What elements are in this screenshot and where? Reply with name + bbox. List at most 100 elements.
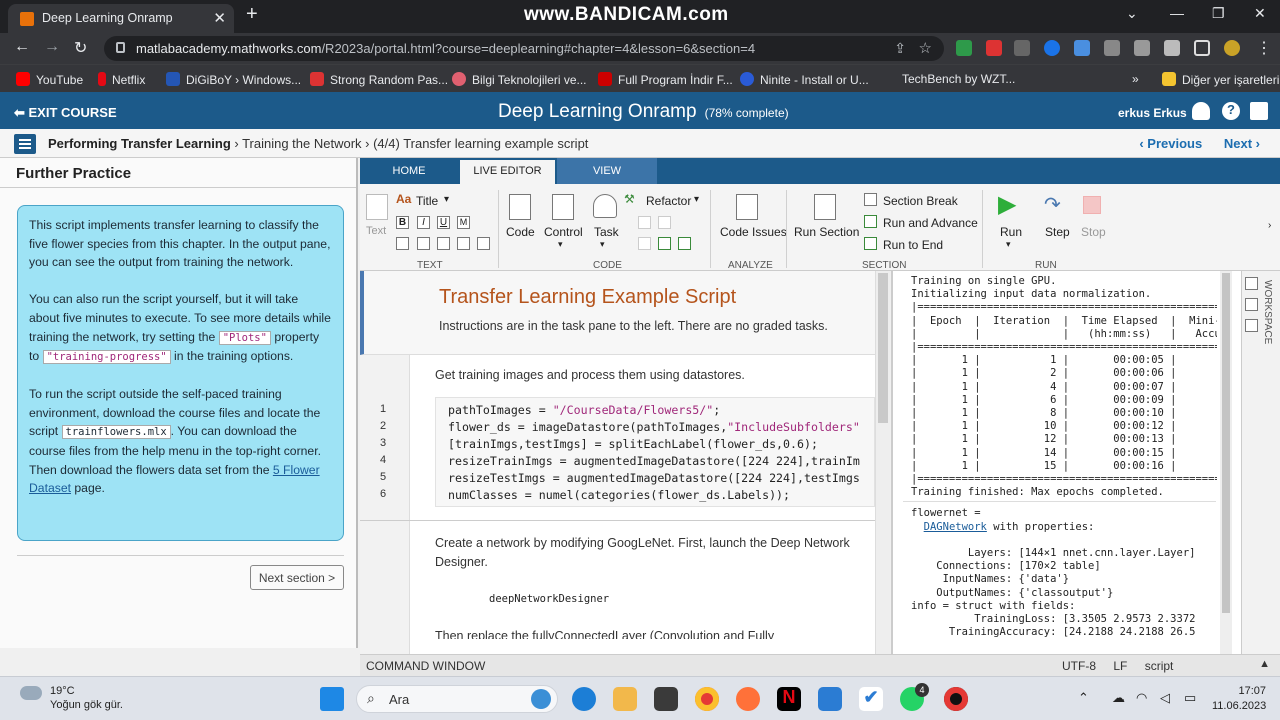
exit-course-button[interactable]: ⬅ EXIT COURSE bbox=[14, 105, 117, 121]
bullet-list-icon[interactable] bbox=[396, 237, 409, 250]
code-block[interactable]: pathToImages = "/CourseData/Flowers5/"; … bbox=[435, 397, 875, 507]
text-button[interactable]: Text bbox=[366, 225, 386, 237]
next-section-button[interactable]: Next section > bbox=[250, 565, 344, 590]
run-play-icon[interactable]: ▶ bbox=[998, 190, 1016, 219]
section3-cut-text[interactable]: Then replace the fullyConnectedLayer (Co… bbox=[435, 627, 855, 639]
underline-icon[interactable]: U bbox=[437, 216, 450, 229]
course-menu-icon[interactable] bbox=[14, 134, 36, 154]
code-line[interactable]: resizeTrainImgs = augmentedImageDatastor… bbox=[448, 454, 860, 468]
code-line[interactable]: numClasses = numel(categories(flower_ds.… bbox=[448, 488, 790, 502]
vpn-extension-icon[interactable] bbox=[1104, 40, 1120, 56]
dagnetwork-link[interactable]: DAGNetwork bbox=[924, 521, 987, 533]
browser-tab[interactable]: Deep Learning Onramp ✕ bbox=[8, 4, 234, 33]
control-button[interactable]: Control bbox=[544, 225, 583, 239]
bookmark-strong-random[interactable]: Strong Random Pas... bbox=[310, 72, 448, 87]
help-icon[interactable]: ? bbox=[1222, 102, 1240, 120]
bing-icon[interactable] bbox=[531, 689, 551, 709]
section3-code[interactable]: deepNetworkDesigner bbox=[489, 593, 609, 605]
edge-icon[interactable] bbox=[572, 687, 596, 711]
chrome-icon[interactable] bbox=[695, 687, 719, 711]
code-line[interactable]: [trainImgs,testImgs] = splitEachLabel(fl… bbox=[448, 437, 818, 451]
title-button[interactable]: Title bbox=[416, 194, 438, 208]
bookmark-digiboy[interactable]: DiGiBoY › Windows... bbox=[166, 72, 301, 87]
adblock-extension-icon[interactable] bbox=[1134, 40, 1150, 56]
run-section-icon[interactable] bbox=[814, 194, 836, 220]
bookmark-netflix[interactable]: Netflix bbox=[98, 72, 145, 87]
stop-button[interactable]: Stop bbox=[1081, 225, 1106, 239]
code-line[interactable]: resizeTestImgs = augmentedImageDatastore… bbox=[448, 471, 860, 485]
bookmark-ninite[interactable]: Ninite - Install or U... bbox=[740, 72, 869, 87]
align-right-icon[interactable] bbox=[477, 237, 490, 250]
share-icon[interactable]: ⇪ bbox=[894, 40, 906, 57]
code-button[interactable]: Code bbox=[506, 225, 535, 239]
code-issues-icon[interactable] bbox=[736, 194, 758, 220]
bold-icon[interactable]: B bbox=[396, 216, 409, 229]
todo-icon[interactable]: ✔ bbox=[859, 687, 883, 711]
run-to-end-button[interactable]: Run to End bbox=[883, 238, 943, 252]
battery-icon[interactable]: ▭ bbox=[1184, 690, 1196, 706]
task-icon[interactable] bbox=[593, 194, 617, 218]
url-bar[interactable]: matlabacademy.mathworks.com/R2023a/porta… bbox=[104, 36, 944, 61]
tray-chevron-icon[interactable]: ⌃ bbox=[1078, 690, 1089, 706]
previous-button[interactable]: ‹ Previous bbox=[1139, 136, 1202, 151]
collapse-toolstrip-icon[interactable]: › bbox=[1268, 220, 1271, 231]
bookmark-star-icon[interactable]: ☆ bbox=[919, 39, 932, 57]
start-button[interactable] bbox=[320, 687, 344, 711]
command-window-toggle[interactable]: COMMAND WINDOW bbox=[366, 659, 485, 673]
bookmark-other-folder[interactable]: Diğer yer işaretleri bbox=[1162, 72, 1279, 87]
uncomment-icon[interactable] bbox=[658, 216, 671, 229]
code-icon[interactable] bbox=[509, 194, 531, 220]
workspace-icon[interactable] bbox=[1245, 277, 1258, 290]
cloud-icon[interactable]: ☁ bbox=[1112, 690, 1125, 706]
doc-subtitle[interactable]: Instructions are in the task pane to the… bbox=[439, 319, 828, 333]
close-window-icon[interactable]: ✕ bbox=[1254, 5, 1266, 22]
control-icon[interactable] bbox=[552, 194, 574, 220]
numbered-list-icon[interactable] bbox=[417, 237, 430, 250]
code-issues-button[interactable]: Code Issues bbox=[720, 225, 787, 239]
text-icon[interactable] bbox=[366, 194, 388, 220]
file-explorer-icon[interactable] bbox=[613, 687, 637, 711]
task-button[interactable]: Task bbox=[594, 225, 619, 239]
maximize-icon[interactable]: ❐ bbox=[1212, 5, 1225, 22]
live-script-document[interactable]: Transfer Learning Example Script Instruc… bbox=[360, 271, 890, 654]
volume-icon[interactable]: ◁ bbox=[1160, 690, 1170, 706]
bookmark-youtube[interactable]: YouTube bbox=[16, 72, 83, 87]
align-left-icon[interactable] bbox=[437, 237, 450, 250]
glasses-extension-icon[interactable] bbox=[1014, 40, 1030, 56]
increase-indent-icon[interactable] bbox=[678, 237, 691, 250]
section-break-icon[interactable] bbox=[864, 193, 877, 206]
menu-dots-icon[interactable]: ⋮ bbox=[1256, 38, 1272, 58]
doc-title[interactable]: Transfer Learning Example Script bbox=[439, 286, 736, 309]
code-line[interactable]: flower_ds = imageDatastore(pathToImages,… bbox=[448, 420, 860, 434]
figure-icon[interactable] bbox=[1245, 298, 1258, 311]
scroll-thumb[interactable] bbox=[1222, 273, 1230, 613]
breadcrumb-text[interactable]: Performing Transfer Learning › Training … bbox=[48, 136, 588, 151]
comment-icon[interactable] bbox=[638, 216, 651, 229]
firefox-icon[interactable] bbox=[736, 687, 760, 711]
minimize-icon[interactable]: — bbox=[1170, 5, 1184, 21]
next-button[interactable]: Next › bbox=[1224, 136, 1260, 151]
back-icon[interactable]: ← bbox=[14, 38, 30, 56]
wifi-icon[interactable]: ◠ bbox=[1136, 690, 1147, 706]
document-scrollbar[interactable] bbox=[875, 271, 890, 654]
decrease-indent-icon[interactable] bbox=[658, 237, 671, 250]
puzzle-icon[interactable] bbox=[1164, 40, 1180, 56]
step-icon[interactable]: ↷ bbox=[1044, 192, 1061, 217]
tab-close-icon[interactable]: ✕ bbox=[213, 9, 226, 27]
section2-text[interactable]: Get training images and process them usi… bbox=[435, 366, 745, 385]
bookmark-techbench[interactable]: TechBench by WZT... bbox=[902, 72, 1015, 86]
menu-icon[interactable] bbox=[1250, 102, 1268, 120]
bookmark-bilgi[interactable]: Bilgi Teknolojileri ve... bbox=[452, 72, 587, 87]
scroll-thumb[interactable] bbox=[878, 273, 888, 423]
run-section-button[interactable]: Run Section bbox=[794, 225, 859, 239]
play-extension-icon[interactable] bbox=[1044, 40, 1060, 56]
code-line[interactable]: pathToImages = "/CourseData/Flowers5/"; bbox=[448, 403, 720, 417]
monospace-icon[interactable]: M bbox=[457, 216, 470, 229]
run-button[interactable]: Run bbox=[1000, 225, 1022, 239]
title-dropdown-icon[interactable]: ▾ bbox=[444, 194, 449, 205]
layout-icon[interactable] bbox=[1245, 319, 1258, 332]
user-icon[interactable] bbox=[1192, 102, 1210, 120]
refactor-icon[interactable]: ⚒ bbox=[624, 192, 635, 206]
run-to-end-icon[interactable] bbox=[864, 237, 877, 250]
run-advance-icon[interactable] bbox=[864, 215, 877, 228]
